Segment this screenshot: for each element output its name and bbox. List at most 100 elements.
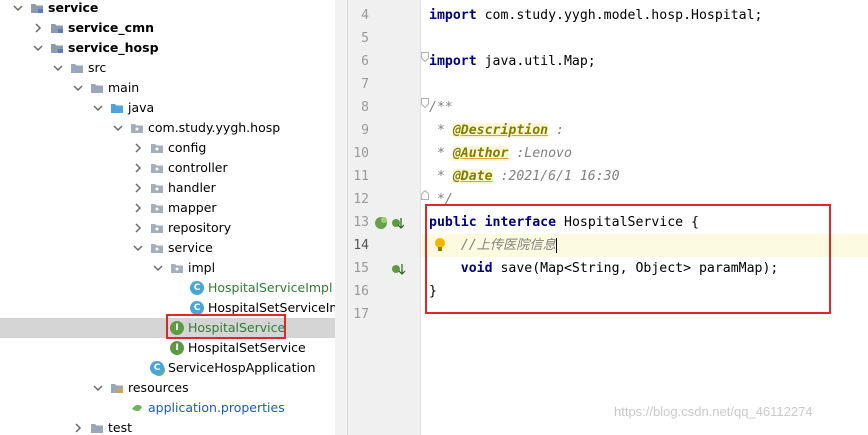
line-number[interactable]: 8 [348, 96, 369, 119]
highlight-box-code [425, 204, 831, 314]
code-line-4[interactable]: import com.study.yygh.model.hosp.Hospita… [429, 4, 762, 27]
line-number[interactable]: 12 [348, 188, 369, 211]
tree-item-label: controller [168, 160, 228, 175]
tree-item-label: config [168, 140, 207, 155]
code-line-6[interactable]: import java.util.Map; [429, 50, 596, 73]
tree-item-application-properties[interactable]: application.properties [0, 398, 335, 418]
tree-item-label: handler [168, 180, 216, 195]
tree-item-label: service_hosp [68, 40, 159, 55]
tree-item-service[interactable]: service [0, 238, 335, 258]
tree-item-java[interactable]: java [0, 98, 335, 118]
editor-gutter: 4 5 6 7 8 9 10 11 12 13 14 15 16 17 [348, 0, 421, 435]
package-icon [150, 181, 164, 195]
line-number[interactable]: 16 [348, 280, 369, 303]
project-tree[interactable]: service service_cmn service_hospsrc main jav… [0, 0, 335, 435]
tree-scrollbar[interactable] [335, 0, 348, 435]
tree-item-config[interactable]: config [0, 138, 335, 158]
tree-item-label: service [168, 240, 213, 255]
line-number[interactable]: 10 [348, 142, 369, 165]
tree-item-controller[interactable]: controller [0, 158, 335, 178]
tree-item-mapper[interactable]: mapper [0, 198, 335, 218]
tree-item-main[interactable]: main [0, 78, 335, 98]
class-icon: C [190, 281, 204, 295]
line-number[interactable]: 4 [348, 4, 369, 27]
chevron-right-icon[interactable] [132, 182, 144, 194]
chevron-down-icon[interactable] [92, 382, 104, 394]
properties-file-icon [130, 401, 144, 415]
line-number[interactable]: 6 [348, 50, 369, 73]
code-line-8[interactable]: /** [429, 96, 453, 119]
tree-item-hospitalserviceimpl[interactable]: C HospitalServiceImpl [0, 278, 335, 298]
tree-item-handler[interactable]: handler [0, 178, 335, 198]
tree-item-service-hosp[interactable]: service_hosp [0, 38, 335, 58]
fold-marker-icon[interactable] [421, 52, 429, 62]
fold-marker-icon[interactable] [421, 98, 429, 108]
chevron-down-icon[interactable] [32, 42, 44, 54]
fold-marker-icon[interactable] [421, 190, 429, 200]
code-line-11[interactable]: * @Date :2021/6/1 16:30 [429, 165, 620, 188]
tree-item-label: service_cmn [68, 20, 154, 35]
tree-item-hospitalsetservice[interactable]: I HospitalSetService [0, 338, 335, 358]
chevron-down-icon[interactable] [92, 102, 104, 114]
package-icon [150, 161, 164, 175]
tree-item-impl[interactable]: impl [0, 258, 335, 278]
line-number[interactable]: 5 [348, 27, 369, 50]
chevron-down-icon[interactable] [152, 262, 164, 274]
tree-item-label: application.properties [148, 400, 285, 415]
line-number[interactable]: 14 [348, 234, 369, 257]
watermark: https://blog.csdn.net/qq_46112274 [614, 404, 813, 419]
tree-item-label: src [88, 60, 107, 75]
tree-item-src[interactable]: src [0, 58, 335, 78]
tree-item-test[interactable]: test [0, 418, 335, 435]
module-folder-icon [50, 41, 64, 55]
class-icon: C [190, 301, 204, 315]
folder-icon [70, 61, 84, 75]
chevron-down-icon[interactable] [112, 122, 124, 134]
code-line-9[interactable]: * @Description : [429, 119, 564, 142]
folder-icon [90, 421, 104, 435]
tree-item-label: resources [128, 380, 189, 395]
tree-item-service-cmn[interactable]: service_cmn [0, 18, 335, 38]
tree-item-resources[interactable]: resources [0, 378, 335, 398]
tree-item-label: HospitalSetService [188, 340, 306, 355]
tree-item-label: com.study.yygh.hosp [148, 120, 281, 135]
line-number[interactable]: 17 [348, 303, 369, 326]
chevron-right-icon[interactable] [72, 422, 84, 434]
line-number[interactable]: 7 [348, 73, 369, 96]
chevron-right-icon[interactable] [132, 202, 144, 214]
chevron-down-icon[interactable] [72, 82, 84, 94]
tree-item-label: repository [168, 220, 232, 235]
override-marker-icon[interactable] [390, 261, 406, 277]
line-number[interactable]: 11 [348, 165, 369, 188]
tree-item-service[interactable]: service [0, 0, 335, 18]
line-number[interactable]: 9 [348, 119, 369, 142]
chevron-right-icon[interactable] [32, 22, 44, 34]
chevron-down-icon[interactable] [52, 62, 64, 74]
tree-item-label: impl [188, 260, 216, 275]
resources-folder-icon [110, 381, 124, 395]
chevron-down-icon[interactable] [12, 2, 24, 14]
module-folder-icon [50, 21, 64, 35]
chevron-right-icon[interactable] [132, 222, 144, 234]
chevron-down-icon[interactable] [132, 242, 144, 254]
code-line-10[interactable]: * @Author :Lenovo [429, 142, 572, 165]
interface-icon: I [170, 341, 184, 355]
line-number[interactable]: 13 [348, 211, 369, 234]
tree-item-label: test [108, 420, 133, 435]
tree-item-repository[interactable]: repository [0, 218, 335, 238]
package-icon [150, 141, 164, 155]
chevron-right-icon[interactable] [132, 162, 144, 174]
tree-item-com-study-yygh-hosp[interactable]: com.study.yygh.hosp [0, 118, 335, 138]
tree-item-label: service [48, 0, 99, 15]
tree-item-label: ServiceHospApplication [168, 360, 316, 375]
package-icon [130, 121, 144, 135]
tree-item-servicehospapplication[interactable]: C ServiceHospApplication [0, 358, 335, 378]
folder-icon [90, 81, 104, 95]
package-icon [150, 201, 164, 215]
highlight-box-tree [166, 314, 286, 339]
line-number[interactable]: 15 [348, 257, 369, 280]
chevron-right-icon[interactable] [132, 142, 144, 154]
implemented-marker-icon[interactable] [374, 215, 404, 231]
spring-class-icon: C [150, 361, 164, 375]
tree-item-label: HospitalServiceImpl [208, 280, 333, 295]
